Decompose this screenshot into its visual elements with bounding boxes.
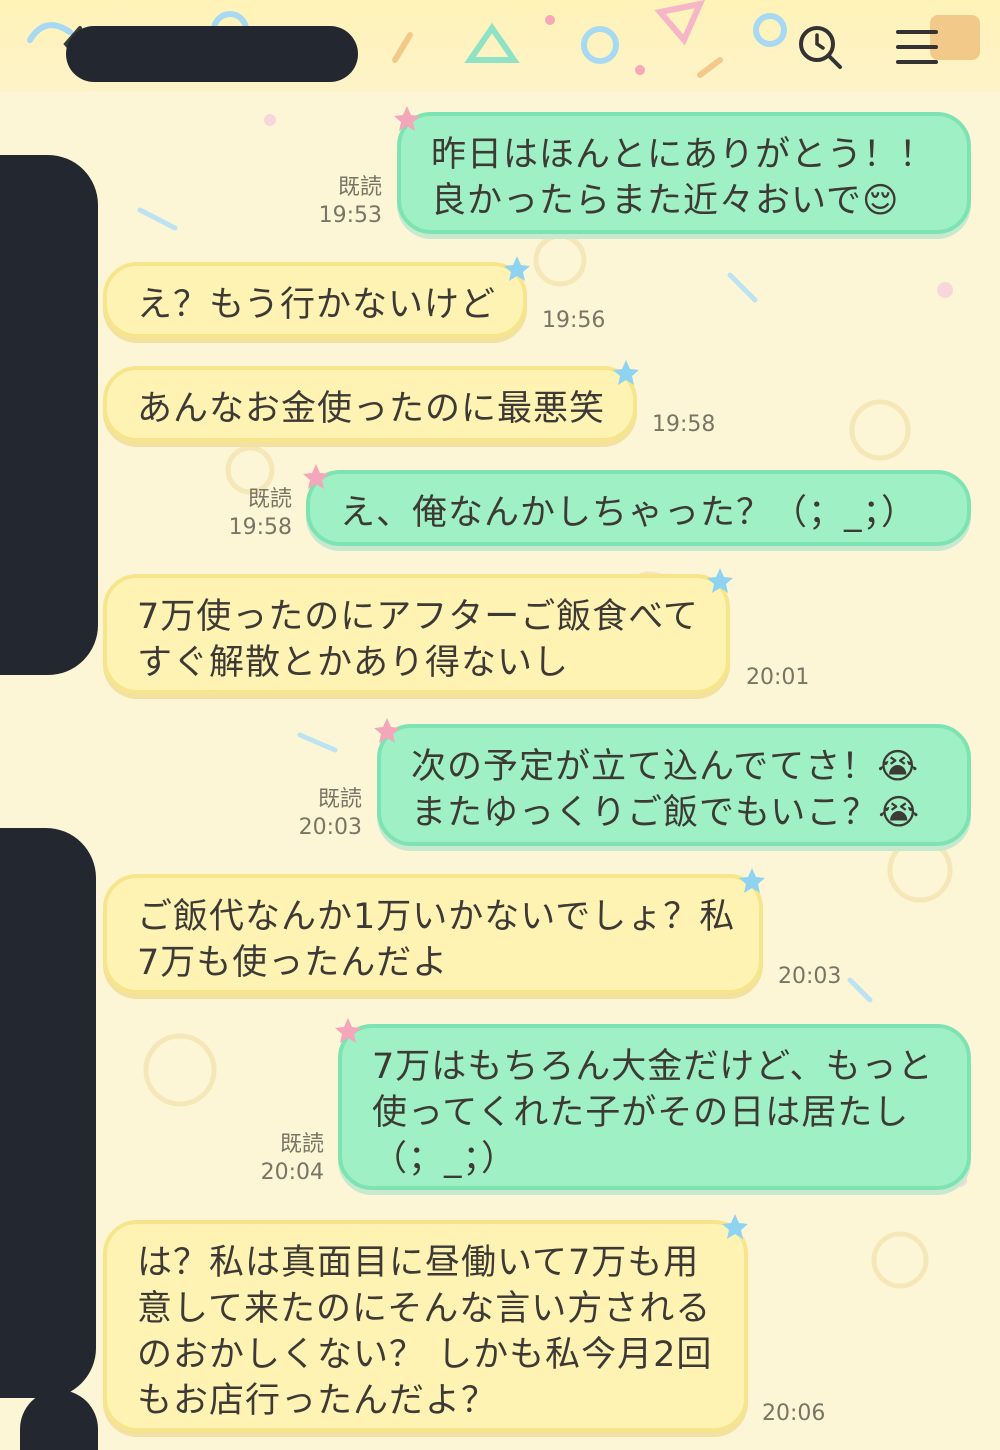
message-meta: 既読 19:53	[290, 174, 382, 230]
message-text: （；_；）	[372, 1139, 518, 1179]
incoming-message-bubble[interactable]: え？もう行かないけど	[103, 262, 527, 338]
star-decoration-icon	[722, 1214, 748, 1239]
message-text: 意して来たのにそんな言い方される	[137, 1289, 712, 1329]
message-meta: 既読 20:03	[270, 786, 362, 842]
message-text: は？私は真面目に昼働いて7万も用	[137, 1243, 700, 1283]
message-time: 20:04	[260, 1160, 324, 1185]
message-time: 20:06	[762, 1401, 826, 1426]
read-receipt: 既読	[317, 787, 362, 812]
message-text: のおかしくない？ しかも私今月2回	[137, 1335, 713, 1375]
message-text: すぐ解散とかあり得ないし	[137, 643, 570, 683]
message-text: もお店行ったんだよ？	[137, 1381, 498, 1421]
star-decoration-icon	[303, 464, 329, 489]
star-decoration-icon	[707, 568, 733, 593]
star-decoration-icon	[739, 868, 765, 893]
outgoing-message-bubble[interactable]: 昨日はほんとにありがとう！！ 良かったらまた近々おいで😌	[397, 112, 971, 234]
message-meta: 既読 19:58	[200, 486, 292, 542]
message-time: 20:01	[746, 665, 810, 690]
message-time: 20:03	[778, 964, 842, 989]
redacted-avatar	[0, 828, 96, 1398]
outgoing-message-bubble[interactable]: 次の予定が立て込んでてさ！😭 またゆっくりご飯でもいこ？😭	[377, 724, 971, 846]
chat-header	[0, 0, 1000, 92]
redacted-contact-name	[66, 26, 358, 82]
incoming-message-bubble[interactable]: は？私は真面目に昼働いて7万も用 意して来たのにそんな言い方される のおかしくな…	[103, 1220, 748, 1432]
menu-button[interactable]	[895, 27, 939, 67]
message-time: 19:53	[318, 203, 382, 228]
message-text: え？もう行かないけど	[137, 285, 496, 325]
redacted-avatar	[0, 155, 98, 675]
message-time: 20:03	[298, 815, 362, 840]
read-receipt: 既読	[337, 175, 382, 200]
message-meta: 既読 20:04	[232, 1131, 324, 1187]
message-text: え、俺なんかしちゃった？（；_；）	[340, 493, 918, 533]
message-text: 使ってくれた子がその日は居たし	[372, 1093, 910, 1133]
star-decoration-icon	[335, 1018, 361, 1043]
read-receipt: 既読	[247, 487, 292, 512]
star-decoration-icon	[504, 256, 530, 281]
message-text: 次の予定が立て込んでてさ！😭	[411, 747, 920, 787]
message-text: 7万はもちろん大金だけど、もっと	[372, 1047, 934, 1087]
incoming-message-bubble[interactable]: ご飯代なんか1万いかないでしょ？私 7万も使ったんだよ	[103, 874, 763, 994]
message-time: 19:56	[542, 308, 606, 333]
star-decoration-icon	[613, 360, 639, 385]
message-time: 19:58	[652, 412, 716, 437]
search-button[interactable]	[795, 22, 845, 72]
message-text: またゆっくりご飯でもいこ？😭	[411, 793, 921, 833]
message-text: 昨日はほんとにありがとう！！	[431, 135, 936, 175]
message-time: 19:58	[228, 515, 292, 540]
message-text: 7万も使ったんだよ	[137, 943, 449, 983]
star-decoration-icon	[394, 106, 420, 131]
message-text: あんなお金使ったのに最悪笑	[137, 389, 606, 429]
incoming-message-bubble[interactable]: あんなお金使ったのに最悪笑	[103, 366, 637, 442]
outgoing-message-bubble[interactable]: え、俺なんかしちゃった？（；_；）	[306, 470, 971, 546]
message-text: 良かったらまた近々おいで😌	[431, 181, 900, 221]
outgoing-message-bubble[interactable]: 7万はもちろん大金だけど、もっと 使ってくれた子がその日は居たし （；_；）	[338, 1024, 971, 1190]
star-decoration-icon	[374, 718, 400, 743]
incoming-message-bubble[interactable]: 7万使ったのにアフターご飯食べて すぐ解散とかあり得ないし	[103, 574, 730, 694]
message-text: ご飯代なんか1万いかないでしょ？私	[137, 897, 736, 937]
read-receipt: 既読	[279, 1132, 324, 1157]
message-text: 7万使ったのにアフターご飯食べて	[137, 597, 699, 637]
